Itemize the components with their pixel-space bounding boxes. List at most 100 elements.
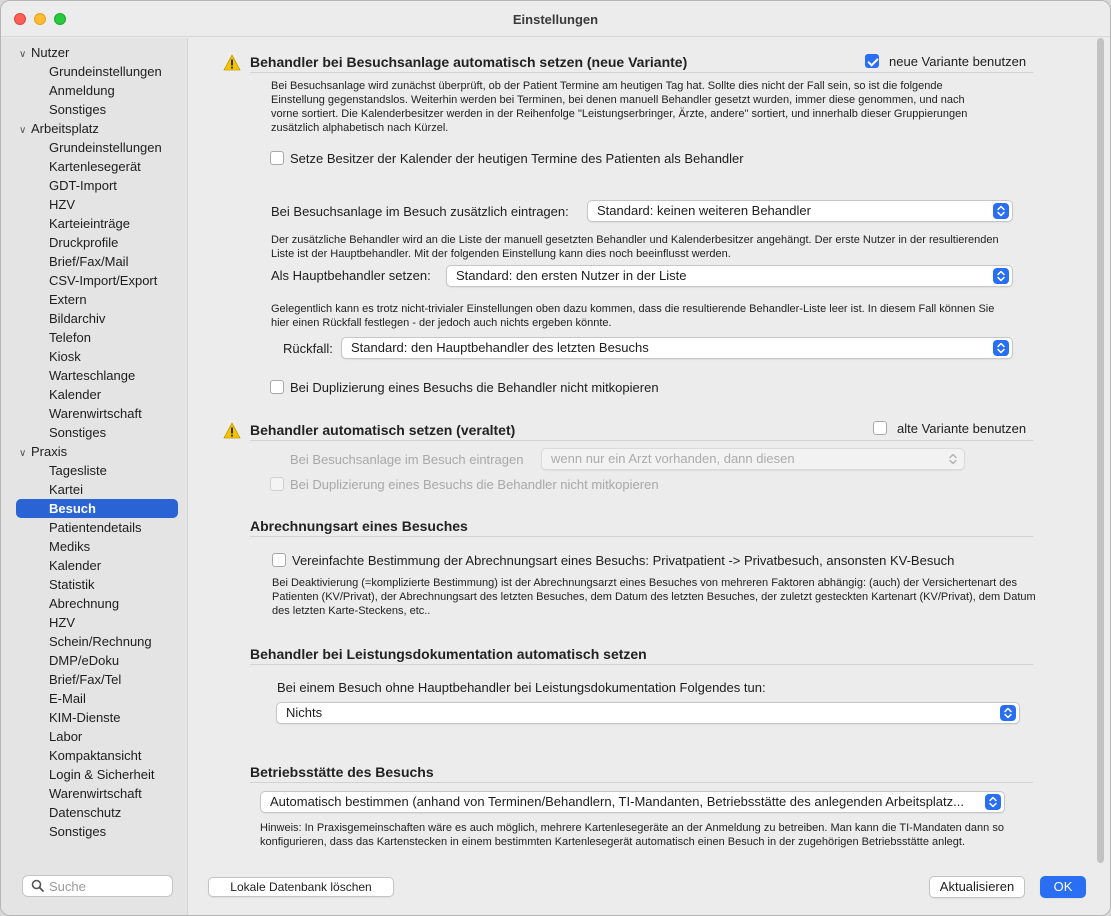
sidebar-item-anmeldung[interactable]: Anmeldung <box>49 81 115 100</box>
sidebar-item-mediks[interactable]: Mediks <box>49 537 90 556</box>
sidebar-item-gdt-import[interactable]: GDT-Import <box>49 176 117 195</box>
extra-behandler-select[interactable]: Standard: keinen weiteren Behandler <box>587 200 1013 222</box>
sidebar-item-labor[interactable]: Labor <box>49 727 82 746</box>
sidebar-group-praxis[interactable]: ∨ Praxis <box>19 442 67 461</box>
sidebar-item-druckprofile[interactable]: Druckprofile <box>49 233 118 252</box>
select-arrows-icon <box>945 451 961 467</box>
old-dup-label: Bei Duplizierung eines Besuchs die Behan… <box>290 477 659 492</box>
sidebar-item-besuch[interactable]: Besuch <box>16 499 178 518</box>
section-divider <box>250 782 1033 783</box>
sidebar-item-abrechnung[interactable]: Abrechnung <box>49 594 119 613</box>
fallback-label: Rückfall: <box>283 341 333 356</box>
chevron-down-icon[interactable]: ∨ <box>19 444 31 463</box>
main-behandler-select[interactable]: Standard: den ersten Nutzer in der Liste <box>446 265 1013 287</box>
sidebar-item-warteschlange[interactable]: Warteschlange <box>49 366 135 385</box>
refresh-button[interactable]: Aktualisieren <box>929 876 1025 898</box>
sidebar-item-telefon[interactable]: Telefon <box>49 328 91 347</box>
sidebar-item-kompaktansicht[interactable]: Kompaktansicht <box>49 746 142 765</box>
sidebar-item-kiosk[interactable]: Kiosk <box>49 347 81 366</box>
sidebar-item-brief-fax-tel[interactable]: Brief/Fax/Tel <box>49 670 121 689</box>
extra-behandler-label: Bei Besuchsanlage im Besuch zusätzlich e… <box>271 204 569 219</box>
sidebar: ∨ Nutzer Grundeinstellungen Anmeldung Sonsti… <box>1 38 188 915</box>
sidebar-item-grundeinstellungen[interactable]: Grundeinstellungen <box>49 62 162 81</box>
chevron-down-icon[interactable]: ∨ <box>19 121 31 140</box>
title-bar: Einstellungen <box>1 1 1110 37</box>
sidebar-item-sonstiges[interactable]: Sonstiges <box>49 100 106 119</box>
sidebar-item-patientendetails[interactable]: Patientendetails <box>49 518 142 537</box>
sidebar-item-kim-dienste[interactable]: KIM-Dienste <box>49 708 121 727</box>
sidebar-group-label: Nutzer <box>31 45 70 60</box>
sidebar-group-label: Arbeitsplatz <box>31 121 99 136</box>
main-behandler-value: Standard: den ersten Nutzer in der Liste <box>456 268 687 283</box>
sidebar-item-kalender[interactable]: Kalender <box>49 556 101 575</box>
sidebar-item-extern[interactable]: Extern <box>49 290 87 309</box>
sidebar-group-nutzer[interactable]: ∨ Nutzer <box>19 43 69 62</box>
warning-icon <box>223 422 241 439</box>
sidebar-item-kartei[interactable]: Kartei <box>49 480 83 499</box>
fallback-value: Standard: den Hauptbehandler des letzten… <box>351 340 649 355</box>
sidebar-item-kartenlesegerät[interactable]: Kartenlesegerät <box>49 157 141 176</box>
section-title-old-variant: Behandler automatisch setzen (veraltet) <box>250 422 516 438</box>
service-doc-select[interactable]: Nichts <box>276 702 1020 724</box>
sidebar-item-karteieinträge[interactable]: Karteieinträge <box>49 214 130 233</box>
vertical-scrollbar[interactable] <box>1095 38 1105 863</box>
new-variant-description: Bei Besuchsanlage wird zunächst überprüf… <box>271 80 968 134</box>
section-title-service-doc: Behandler bei Leistungsdokumentation aut… <box>250 646 647 662</box>
new-variant-label: neue Variante benutzen <box>889 54 1027 69</box>
section-title-billing: Abrechnungsart eines Besuches <box>250 518 468 534</box>
sidebar-item-schein-rechnung[interactable]: Schein/Rechnung <box>49 632 152 651</box>
sidebar-item-bildarchiv[interactable]: Bildarchiv <box>49 309 105 328</box>
old-entry-select[interactable]: wenn nur ein Arzt vorhanden, dann diesen <box>541 448 965 470</box>
sidebar-item-dmp-edoku[interactable]: DMP/eDoku <box>49 651 119 670</box>
sidebar-group-label: Praxis <box>31 444 68 459</box>
section-title-new-variant: Behandler bei Besuchsanlage automatisch … <box>250 54 688 70</box>
settings-window: Einstellungen ∨ Nutzer Grundeinstellungen A… <box>0 0 1111 916</box>
old-variant-label: alte Variante benutzen <box>897 421 1027 436</box>
old-dup-checkbox[interactable] <box>270 477 284 491</box>
old-entry-label: Bei Besuchsanlage im Besuch eintragen <box>290 452 524 467</box>
simplified-billing-label: Vereinfachte Bestimmung der Abrechnungsa… <box>292 553 955 568</box>
sidebar-item-datenschutz[interactable]: Datenschutz <box>49 803 121 822</box>
sidebar-item-grundeinstellungen[interactable]: Grundeinstellungen <box>49 138 162 157</box>
select-arrows-icon <box>993 203 1009 219</box>
delete-local-db-button[interactable]: Lokale Datenbank löschen <box>208 877 394 897</box>
select-arrows-icon <box>993 268 1009 284</box>
sidebar-item-tagesliste[interactable]: Tagesliste <box>49 461 107 480</box>
service-doc-label: Bei einem Besuch ohne Hauptbehandler bei… <box>277 680 766 695</box>
old-variant-checkbox[interactable] <box>873 421 887 435</box>
sidebar-item-login-sicherheit[interactable]: Login & Sicherheit <box>49 765 155 784</box>
dup-no-copy-checkbox[interactable] <box>270 380 284 394</box>
sidebar-item-csv-import-export[interactable]: CSV-Import/Export <box>49 271 157 290</box>
fallback-select[interactable]: Standard: den Hauptbehandler des letzten… <box>341 337 1013 359</box>
search-input[interactable] <box>49 878 167 894</box>
sidebar-item-brief-fax-mail[interactable]: Brief/Fax/Mail <box>49 252 128 271</box>
simplified-billing-checkbox[interactable] <box>272 553 286 567</box>
settings-panel: Behandler bei Besuchsanlage automatisch … <box>189 38 1110 915</box>
calendar-owner-checkbox[interactable] <box>270 151 284 165</box>
extra-behandler-value: Standard: keinen weiteren Behandler <box>597 203 811 218</box>
sidebar-search[interactable] <box>22 875 173 897</box>
sidebar-item-hzv[interactable]: HZV <box>49 613 75 632</box>
section-divider <box>250 440 1033 441</box>
site-select[interactable]: Automatisch bestimmen (anhand von Termin… <box>260 791 1005 813</box>
sidebar-item-warenwirtschaft[interactable]: Warenwirtschaft <box>49 404 142 423</box>
chevron-down-icon[interactable]: ∨ <box>19 45 31 64</box>
scrollbar-thumb[interactable] <box>1097 38 1104 863</box>
sidebar-item-kalender[interactable]: Kalender <box>49 385 101 404</box>
section-divider <box>250 72 1033 73</box>
sidebar-item-e-mail[interactable]: E-Mail <box>49 689 86 708</box>
site-value: Automatisch bestimmen (anhand von Termin… <box>270 794 964 809</box>
dup-no-copy-label: Bei Duplizierung eines Besuchs die Behan… <box>290 380 659 395</box>
site-description: Hinweis: In Praxisgemeinschaften wäre es… <box>260 822 1004 848</box>
sidebar-item-sonstiges[interactable]: Sonstiges <box>49 423 106 442</box>
sidebar-item-hzv[interactable]: HZV <box>49 195 75 214</box>
sidebar-item-statistik[interactable]: Statistik <box>49 575 95 594</box>
billing-description: Bei Deaktivierung (=komplizierte Bestimm… <box>272 577 1036 617</box>
sidebar-item-warenwirtschaft[interactable]: Warenwirtschaft <box>49 784 142 803</box>
select-arrows-icon <box>985 794 1001 810</box>
sidebar-group-arbeitsplatz[interactable]: ∨ Arbeitsplatz <box>19 119 99 138</box>
new-variant-checkbox[interactable] <box>865 54 879 68</box>
search-icon <box>31 879 44 895</box>
sidebar-item-sonstiges[interactable]: Sonstiges <box>49 822 106 841</box>
ok-button[interactable]: OK <box>1040 876 1086 898</box>
